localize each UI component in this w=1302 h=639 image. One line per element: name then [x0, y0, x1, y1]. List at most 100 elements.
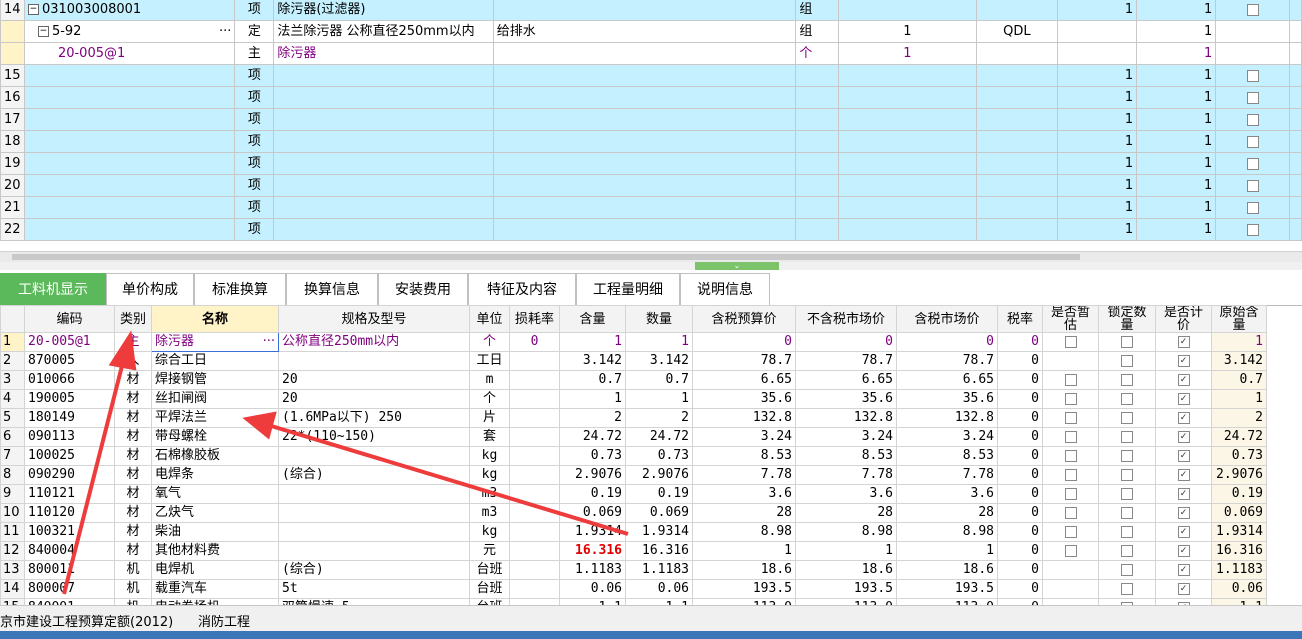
lock-qty-checkbox[interactable] [1121, 449, 1133, 462]
resource-content[interactable]: 2 [559, 408, 626, 428]
resource-market-price[interactable]: 132.8 [896, 408, 998, 428]
checkbox[interactable] [1246, 69, 1259, 82]
item-row[interactable]: 16 项 1 1 [0, 86, 1302, 109]
provisional-cell[interactable] [1042, 446, 1099, 466]
resource-type[interactable]: 主 [114, 332, 152, 352]
item-code-cell[interactable] [23, 218, 236, 241]
status-project-type[interactable]: 消防工程 [198, 611, 250, 630]
lock-qty-checkbox[interactable] [1121, 430, 1133, 443]
item-name[interactable]: 法兰除污器 公称直径250mm以内 [273, 20, 494, 43]
resource-unit[interactable]: m3 [469, 503, 510, 523]
item-qty-1[interactable]: 1 [1056, 108, 1138, 131]
lock-qty-cell[interactable] [1098, 446, 1156, 466]
item-quantity[interactable] [837, 64, 977, 87]
resource-tax-rate[interactable]: 0 [997, 370, 1043, 390]
item-row[interactable]: −5-92 ··· 定 法兰除污器 公称直径250mm以内 给排水 组 1 QDL… [0, 20, 1302, 43]
priced-checkbox[interactable] [1177, 563, 1190, 576]
resource-type[interactable]: 材 [114, 370, 152, 390]
lock-qty-cell[interactable] [1098, 427, 1156, 447]
item-spec[interactable] [492, 0, 797, 21]
item-checkbox-cell[interactable] [1215, 152, 1291, 175]
resource-type[interactable]: 材 [114, 465, 152, 485]
item-code-cell[interactable] [23, 152, 236, 175]
item-quantity[interactable] [837, 196, 977, 219]
item-qty-1[interactable]: 1 [1056, 218, 1138, 241]
checkbox[interactable] [1246, 223, 1259, 236]
priced-cell[interactable] [1155, 484, 1212, 504]
resource-tax-rate[interactable]: 0 [997, 389, 1043, 409]
resource-market-price-ex-tax[interactable]: 1 [795, 541, 897, 561]
resource-budget-price[interactable]: 1 [692, 541, 796, 561]
checkbox[interactable] [1246, 157, 1259, 170]
provisional-cell[interactable] [1042, 332, 1099, 352]
resource-market-price-ex-tax[interactable]: 35.6 [795, 389, 897, 409]
item-row[interactable]: 22 项 1 1 [0, 218, 1302, 241]
priced-checkbox[interactable] [1177, 411, 1190, 424]
resource-code[interactable]: 100025 [24, 446, 115, 466]
resource-market-price-ex-tax[interactable]: 6.65 [795, 370, 897, 390]
item-row[interactable]: 21 项 1 1 [0, 196, 1302, 219]
item-type[interactable]: 项 [234, 196, 275, 219]
resource-quantity[interactable]: 1 [625, 332, 693, 352]
item-name[interactable] [273, 86, 494, 109]
item-checkbox-cell[interactable] [1215, 196, 1291, 219]
lock-qty-cell[interactable] [1098, 465, 1156, 485]
resource-spec[interactable]: (1.6MPa以下) 250 [278, 408, 470, 428]
resource-row[interactable]: 11 100321 材 柴油 kg 1.9314 1.9314 8.98 8.9… [0, 522, 1267, 542]
item-code-cell[interactable] [23, 196, 236, 219]
collapse-icon[interactable]: − [37, 26, 49, 37]
item-name[interactable] [273, 196, 494, 219]
item-row[interactable]: 20-005@1 主 除污器 个 1 1 [0, 42, 1302, 65]
item-type[interactable]: 项 [234, 0, 275, 21]
item-name[interactable] [273, 152, 494, 175]
priced-cell[interactable] [1155, 522, 1212, 542]
item-qdl[interactable] [975, 108, 1058, 131]
item-spec[interactable] [492, 174, 797, 197]
resource-unit[interactable]: m3 [469, 484, 510, 504]
provisional-checkbox[interactable] [1064, 411, 1077, 424]
resource-loss-rate[interactable] [509, 541, 560, 561]
resource-name-cell[interactable]: 焊接钢管 [151, 370, 279, 390]
resource-tax-rate[interactable]: 0 [997, 541, 1043, 561]
resource-code[interactable]: 180149 [24, 408, 115, 428]
checkbox[interactable] [1246, 201, 1259, 214]
resource-budget-price[interactable]: 18.6 [692, 560, 796, 580]
resource-spec[interactable]: 20 [278, 370, 470, 390]
item-quantity[interactable] [837, 130, 977, 153]
priced-checkbox[interactable] [1177, 430, 1190, 443]
item-spec[interactable] [492, 152, 797, 175]
resource-market-price[interactable]: 8.98 [896, 522, 998, 542]
status-quota-library[interactable]: 京市建设工程预算定额(2012) [0, 611, 173, 630]
lock-qty-checkbox[interactable] [1121, 373, 1133, 386]
provisional-cell[interactable] [1042, 370, 1099, 390]
resource-code[interactable]: 090113 [24, 427, 115, 447]
item-qty-2[interactable]: 1 [1136, 152, 1217, 175]
resource-spec[interactable]: 5t [278, 579, 470, 599]
priced-checkbox[interactable] [1177, 582, 1190, 595]
lock-qty-cell[interactable] [1098, 484, 1156, 504]
provisional-checkbox[interactable] [1064, 468, 1077, 481]
resource-budget-price[interactable]: 7.78 [692, 465, 796, 485]
resource-code[interactable]: 800007 [24, 579, 115, 599]
item-spec[interactable] [492, 196, 797, 219]
resource-row[interactable]: 2 870005 人 综合工日 工日 3.142 3.142 78.7 78.7… [0, 351, 1267, 371]
resource-content[interactable]: 0.7 [559, 370, 626, 390]
item-type[interactable]: 项 [234, 218, 275, 241]
checkbox[interactable] [1246, 135, 1259, 148]
column-header[interactable]: 名称 [151, 305, 279, 333]
resource-type[interactable]: 材 [114, 503, 152, 523]
resource-market-price-ex-tax[interactable]: 18.6 [795, 560, 897, 580]
resource-quantity[interactable]: 2.9076 [625, 465, 693, 485]
resource-market-price-ex-tax[interactable]: 7.78 [795, 465, 897, 485]
item-row[interactable]: 14 −031003008001 项 除污器(过滤器) 组 1 1 [0, 0, 1302, 21]
provisional-checkbox[interactable] [1064, 373, 1077, 386]
item-checkbox-cell[interactable] [1215, 108, 1291, 131]
resource-tax-rate[interactable]: 0 [997, 332, 1043, 352]
resource-code[interactable]: 870005 [24, 351, 115, 371]
lock-qty-checkbox[interactable] [1121, 354, 1133, 367]
splitter-grip-icon[interactable]: ⌄ [695, 262, 779, 270]
item-unit[interactable]: 个 [795, 42, 839, 65]
item-row[interactable]: 19 项 1 1 [0, 152, 1302, 175]
item-qty-1[interactable]: 1 [1056, 130, 1138, 153]
resource-market-price[interactable]: 18.6 [896, 560, 998, 580]
